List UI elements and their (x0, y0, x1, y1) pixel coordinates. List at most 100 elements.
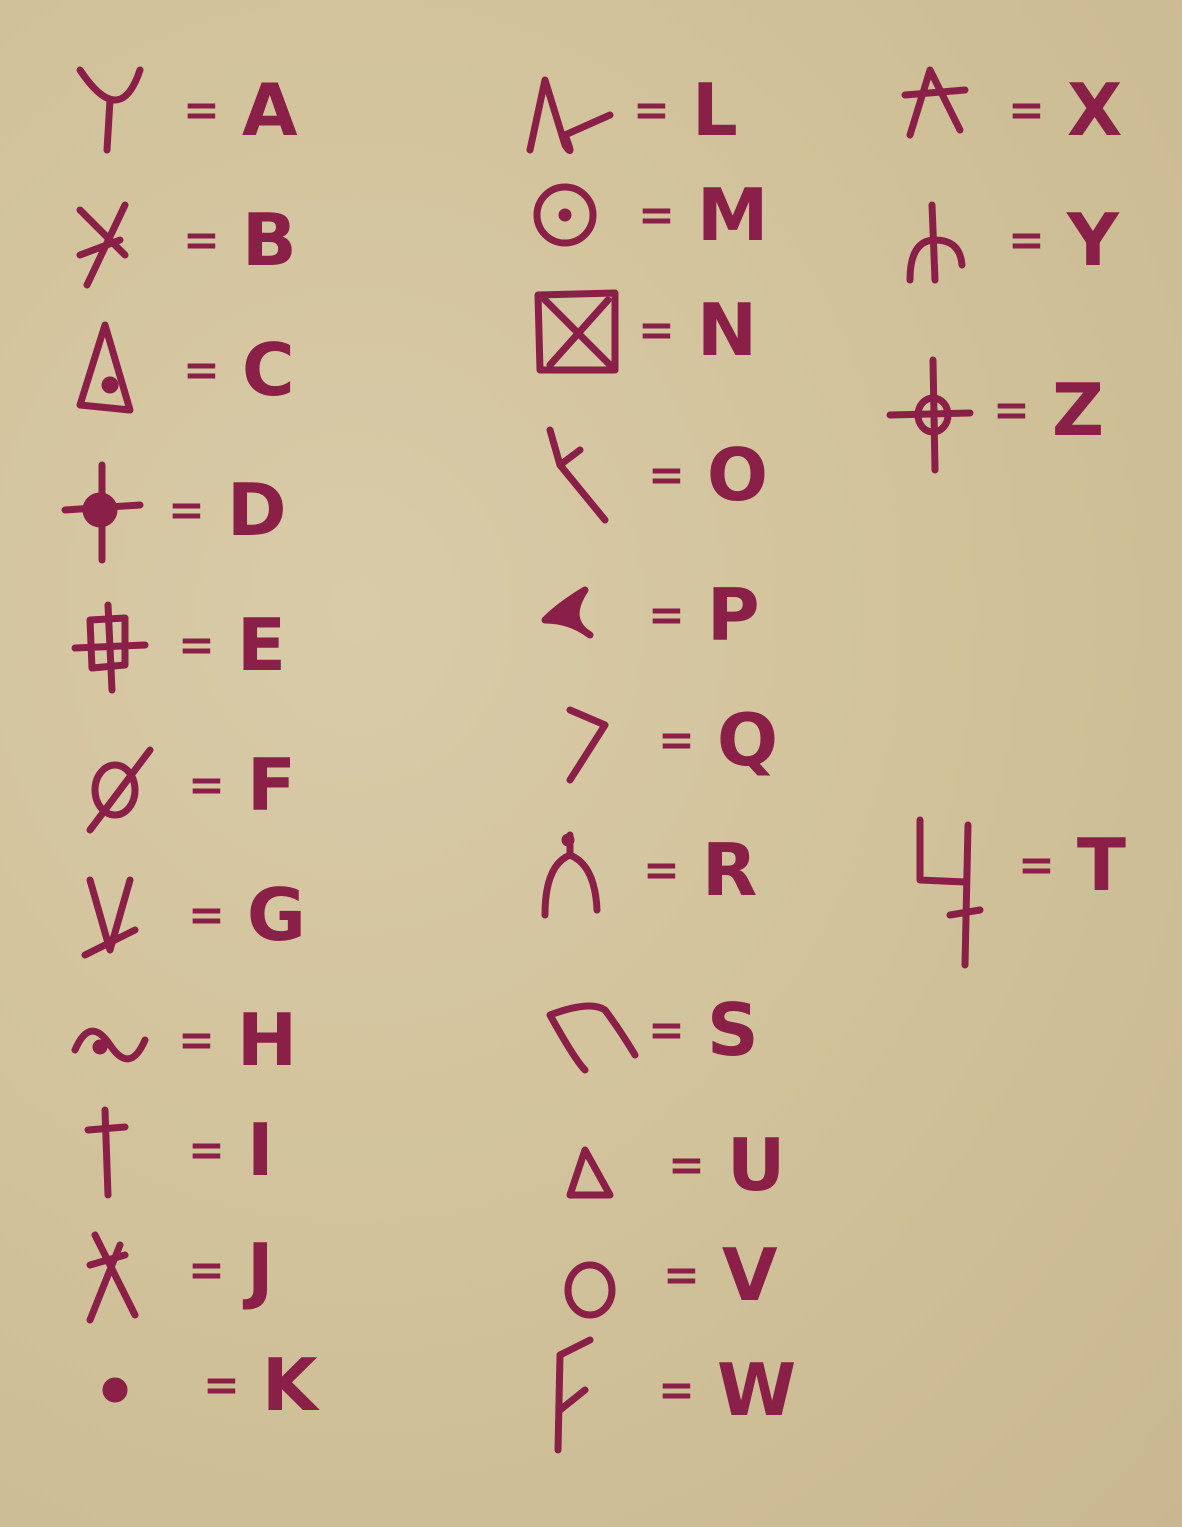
equals-sign: = (183, 84, 220, 136)
four-tail-symbol-icon (916, 816, 984, 969)
trident-y-symbol-icon (76, 66, 144, 154)
plain-letter: C (241, 328, 295, 412)
cipher-entry-g: = G (80, 860, 306, 970)
equals-sign: = (1018, 839, 1055, 891)
hook-arch-symbol-icon (546, 1002, 639, 1074)
equals-sign: = (643, 844, 680, 896)
equals-sign: = (668, 1139, 705, 1191)
cipher-entry-a: = A (75, 55, 298, 165)
equals-sign: = (663, 1249, 700, 1301)
equals-sign: = (648, 1004, 685, 1056)
equals-sign: = (648, 449, 685, 501)
equals-sign: = (168, 484, 205, 536)
dot-symbol-icon (102, 1377, 128, 1403)
equals-sign: = (993, 384, 1030, 436)
plain-letter: Q (716, 698, 779, 782)
cipher-entry-c: = C (75, 315, 295, 425)
cipher-entry-u: = U (560, 1110, 785, 1220)
plain-letter: L (691, 68, 738, 152)
circle-dot-symbol-icon (533, 183, 597, 247)
plain-letter: W (716, 1348, 797, 1432)
equals-sign: = (1008, 214, 1045, 266)
plain-letter: T (1076, 823, 1126, 907)
crescent-symbol-icon (541, 586, 594, 639)
equals-sign: = (188, 1244, 225, 1296)
cipher-entry-z: = Z (885, 355, 1105, 474)
plain-letter: Z (1051, 368, 1105, 452)
equals-sign: = (178, 619, 215, 671)
equals-sign: = (178, 1014, 215, 1066)
plain-letter: X (1066, 68, 1123, 152)
cross-circle-symbol-icon (886, 356, 974, 474)
cipher-entry-k: = K (95, 1330, 318, 1440)
plain-letter: G (246, 873, 306, 957)
crossed-a-symbol-icon (901, 66, 969, 139)
boxed-x-symbol-icon (534, 289, 619, 374)
equals-sign: = (633, 84, 670, 136)
boxed-cross-symbol-icon (71, 601, 149, 694)
plain-letter: A (241, 68, 298, 152)
plain-letter: R (701, 828, 758, 912)
cipher-entry-l: = L (525, 55, 738, 165)
f-shape-symbol-icon (554, 1336, 594, 1454)
cipher-entry-s: = S (540, 975, 759, 1085)
cipher-entry-e: = E (70, 590, 286, 700)
cipher-entry-y: = Y (900, 185, 1119, 295)
cipher-entry-v: = V (555, 1220, 778, 1330)
plain-letter: I (246, 1108, 274, 1192)
equals-sign: = (658, 714, 695, 766)
equals-sign: = (188, 1124, 225, 1176)
arch-stem-symbol-icon (906, 201, 966, 284)
cipher-entry-p: = P (540, 560, 760, 670)
tilde-dot-symbol-icon (71, 1027, 149, 1063)
equals-sign: = (188, 759, 225, 811)
plain-letter: N (696, 288, 758, 372)
equals-sign: = (638, 304, 675, 356)
dagger-symbol-icon (84, 1106, 129, 1199)
arch-dot-symbol-icon (541, 831, 601, 919)
cipher-entry-q: = Q (550, 685, 778, 795)
equals-sign: = (183, 344, 220, 396)
cipher-entry-h: = H (70, 985, 297, 1095)
triangle-dot-symbol-icon (76, 321, 134, 414)
equals-sign: = (188, 889, 225, 941)
equals-sign: = (648, 589, 685, 641)
cipher-entry-w: = W (550, 1335, 797, 1454)
cipher-entry-f: = F (80, 730, 296, 840)
plain-letter: D (226, 468, 287, 552)
equals-sign: = (658, 1364, 695, 1416)
slashed-v-symbol-icon (81, 876, 139, 959)
plain-letter: O (706, 433, 769, 517)
equals-sign: = (638, 189, 675, 241)
leaning-x-symbol-icon (86, 1231, 139, 1324)
cipher-entry-x: = X (900, 55, 1122, 165)
plain-letter: U (726, 1123, 786, 1207)
equals-sign: = (203, 1359, 240, 1411)
plain-letter: S (706, 988, 759, 1072)
plain-letter: H (236, 998, 298, 1082)
cipher-entry-o: = O (540, 420, 768, 530)
plain-letter: M (696, 173, 769, 257)
cipher-entry-t: = T (910, 810, 1126, 969)
plain-letter: Y (1066, 198, 1120, 282)
slashed-circle-symbol-icon (86, 746, 154, 834)
plain-letter: J (246, 1228, 274, 1312)
plain-letter: P (706, 573, 760, 657)
cross-filled-dot-symbol-icon (61, 461, 144, 564)
small-triangle-symbol-icon (566, 1146, 614, 1199)
plain-letter: F (246, 743, 297, 827)
looped-a-symbol-icon (526, 76, 614, 155)
broken-x-symbol-icon (546, 426, 609, 524)
plain-letter: V (721, 1233, 778, 1317)
plain-letter: K (261, 1343, 318, 1427)
angle-symbol-icon (566, 706, 609, 784)
circle-symbol-icon (564, 1261, 616, 1319)
plain-letter: B (241, 198, 297, 282)
plain-letter: E (236, 603, 287, 687)
cipher-entry-m: = M (530, 160, 769, 270)
cipher-entry-r: = R (535, 815, 757, 925)
cipher-entry-n: = N (530, 275, 757, 385)
cipher-entry-j: = J (80, 1215, 274, 1325)
cipher-entry-b: = B (75, 185, 297, 295)
cipher-entry-d: = D (60, 455, 287, 565)
